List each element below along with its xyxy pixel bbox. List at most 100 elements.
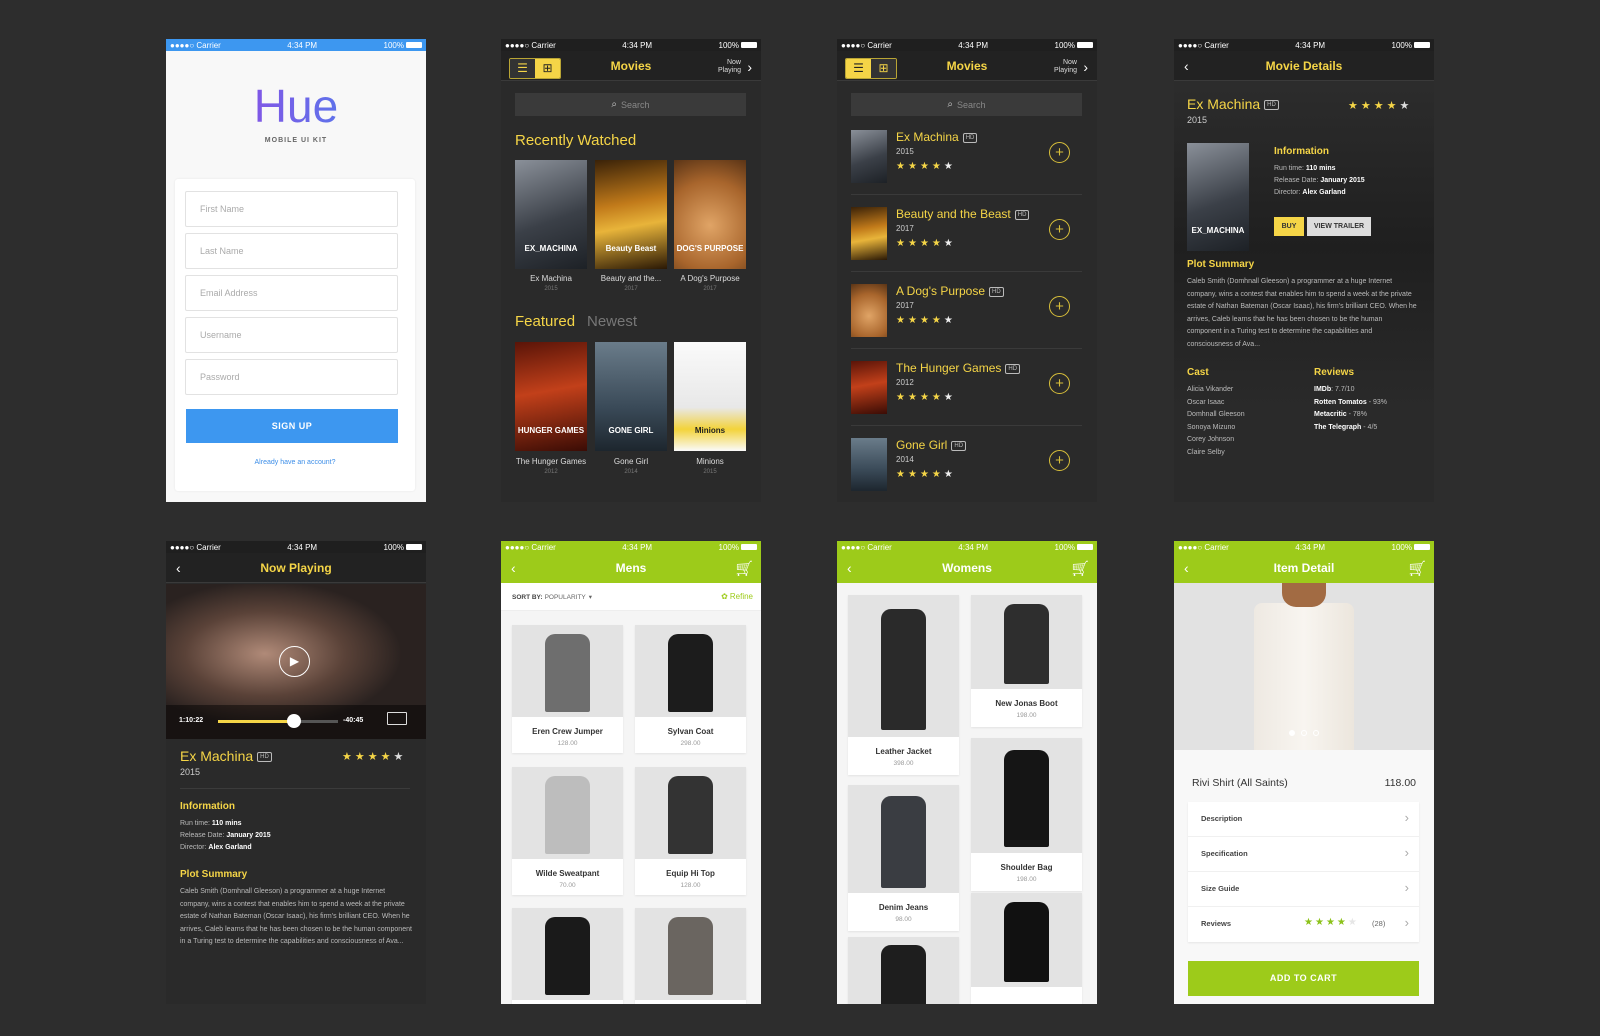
movie-list-item[interactable]: Beauty and the Beast HD 2017 ★★★★★ + <box>851 205 1082 275</box>
product-card[interactable]: Denim Jeans 98.00 <box>848 785 959 931</box>
product-card[interactable] <box>635 908 746 1004</box>
sign-up-button[interactable]: SIGN UP <box>186 409 398 443</box>
carousel-dot[interactable] <box>1301 730 1307 736</box>
cast-member[interactable]: Domhnall Gleeson <box>1187 409 1245 421</box>
login-link[interactable]: Already have an account? <box>175 459 415 466</box>
info-list-item-reviews[interactable]: Reviews › ★★★★★ (28) <box>1188 907 1419 942</box>
play-button[interactable]: ▶ <box>279 646 310 677</box>
signup-input-first-name[interactable] <box>186 192 397 226</box>
buy-button[interactable]: BUY <box>1274 217 1304 236</box>
carousel-dot[interactable] <box>1313 730 1319 736</box>
signup-input-username[interactable] <box>186 318 397 352</box>
app-subtitle: MOBILE UI KIT <box>264 137 328 144</box>
star-filled-icon: ★ <box>931 392 944 403</box>
product-card[interactable] <box>971 893 1082 1004</box>
signup-input-email-address[interactable] <box>186 276 397 310</box>
refine-button[interactable]: ✿ Refine <box>721 592 753 601</box>
movie-list-item[interactable]: Gone Girl HD 2014 ★★★★★ + <box>851 436 1082 502</box>
movie-poster[interactable]: EX_MACHINA <box>1187 143 1249 251</box>
cart-icon[interactable]: 🛒 <box>736 553 753 583</box>
info-list-item-size-guide[interactable]: Size Guide › <box>1188 872 1419 907</box>
product-image <box>971 738 1082 853</box>
product-card[interactable]: New Jonas Boot 198.00 <box>971 595 1082 727</box>
movie-poster[interactable]: Beauty Beast <box>595 160 667 269</box>
view-trailer-button[interactable]: VIEW TRAILER <box>1307 217 1371 236</box>
info-list-item-specification[interactable]: Specification › <box>1188 837 1419 872</box>
add-plus-icon[interactable]: + <box>1049 219 1070 240</box>
chevron-right-icon[interactable]: › <box>1083 59 1088 75</box>
add-plus-icon[interactable]: + <box>1049 296 1070 317</box>
back-chevron-icon[interactable]: ‹ <box>511 553 516 583</box>
back-chevron-icon[interactable]: ‹ <box>1184 553 1189 583</box>
search-bar[interactable]: ⌕ Search <box>851 93 1082 116</box>
star-filled-icon: ★ <box>896 315 908 326</box>
back-chevron-icon[interactable]: ‹ <box>1184 51 1189 81</box>
product-card[interactable] <box>848 937 959 1004</box>
cast-member[interactable]: Claire Selby <box>1187 447 1225 459</box>
product-card[interactable]: Equip Hi Top 128.00 <box>635 767 746 895</box>
movie-year: 2015 <box>896 147 914 156</box>
signup-field-password[interactable]: Password <box>185 359 398 395</box>
add-to-cart-button[interactable]: ADD TO CART <box>1188 961 1419 996</box>
list-view-icon[interactable]: ☰ <box>510 59 535 78</box>
tab-featured[interactable]: Featured <box>515 313 575 330</box>
sort-dropdown[interactable]: SORT BY: POPULARITY ▾ <box>512 593 592 601</box>
movie-poster[interactable] <box>851 438 887 491</box>
tab-newest[interactable]: Newest <box>587 313 637 330</box>
movie-list-item[interactable]: The Hunger Games HD 2012 ★★★★★ + <box>851 359 1082 429</box>
movie-list-item[interactable]: Ex Machina HD 2015 ★★★★★ + <box>851 128 1082 198</box>
grid-view-icon[interactable]: ⊞ <box>871 59 896 78</box>
add-plus-icon[interactable]: + <box>1049 142 1070 163</box>
movie-poster[interactable]: GONE GIRL <box>595 342 667 451</box>
movie-poster[interactable]: DOG'S PURPOSE <box>674 160 746 269</box>
cast-member[interactable]: Alicia Vikander <box>1187 384 1233 396</box>
movie-list-item[interactable]: A Dog's Purpose HD 2017 ★★★★★ + <box>851 282 1082 352</box>
movie-poster[interactable]: EX_MACHINA <box>515 160 587 269</box>
add-plus-icon[interactable]: + <box>1049 450 1070 471</box>
signup-field-username[interactable]: Username <box>185 317 398 353</box>
product-card[interactable]: Shoulder Bag 198.00 <box>971 738 1082 891</box>
chevron-right-icon[interactable]: › <box>747 59 752 75</box>
add-plus-icon[interactable]: + <box>1049 373 1070 394</box>
signup-field-first-name[interactable]: First Name <box>185 191 398 227</box>
movie-title: Minions <box>696 457 724 466</box>
product-card[interactable]: Wilde Sweatpant 70.00 <box>512 767 623 895</box>
signup-field-email-address[interactable]: Email Address <box>185 275 398 311</box>
now-playing-link[interactable]: Now Playing <box>718 59 741 75</box>
grid-view-icon[interactable]: ⊞ <box>535 59 560 78</box>
movie-poster[interactable] <box>851 207 887 260</box>
airplay-icon[interactable] <box>387 712 407 725</box>
video-player[interactable]: ▶ 1:10:22 -40:45 <box>166 584 426 739</box>
signup-input-last-name[interactable] <box>186 234 397 268</box>
cart-icon[interactable]: 🛒 <box>1409 553 1426 583</box>
carousel-dot-active[interactable] <box>1289 730 1295 736</box>
product-card[interactable]: Leather Jacket 398.00 <box>848 595 959 775</box>
list-view-icon[interactable]: ☰ <box>846 59 871 78</box>
movie-poster[interactable] <box>851 361 887 414</box>
movie-poster[interactable]: Minions <box>674 342 746 451</box>
cart-icon[interactable]: 🛒 <box>1072 553 1089 583</box>
now-playing-link[interactable]: Now Playing <box>1054 59 1077 75</box>
cast-member[interactable]: Sonoya Mizuno <box>1187 422 1235 434</box>
product-card[interactable] <box>512 908 623 1004</box>
seek-bar[interactable] <box>218 714 338 728</box>
info-list-item-description[interactable]: Description › <box>1188 802 1419 837</box>
signup-field-last-name[interactable]: Last Name <box>185 233 398 269</box>
cast-heading: Cast <box>1187 367 1209 378</box>
movie-poster[interactable] <box>851 130 887 183</box>
product-image-carousel[interactable] <box>1174 583 1434 750</box>
movie-poster[interactable] <box>851 284 887 337</box>
back-chevron-icon[interactable]: ‹ <box>847 553 852 583</box>
product-card[interactable]: Sylvan Coat 298.00 <box>635 625 746 753</box>
movie-poster[interactable]: HUNGER GAMES <box>515 342 587 451</box>
battery: 100% <box>1392 543 1430 552</box>
star-empty-icon: ★ <box>393 751 407 763</box>
now-playing-label-1: Now <box>726 59 741 66</box>
cast-member[interactable]: Corey Johnson <box>1187 434 1234 446</box>
signup-input-password[interactable] <box>186 360 397 394</box>
product-card[interactable]: Eren Crew Jumper 128.00 <box>512 625 623 753</box>
seek-handle[interactable] <box>286 714 301 728</box>
search-bar[interactable]: ⌕ Search <box>515 93 746 116</box>
back-chevron-icon[interactable]: ‹ <box>176 553 181 583</box>
cast-member[interactable]: Oscar Isaac <box>1187 397 1224 409</box>
